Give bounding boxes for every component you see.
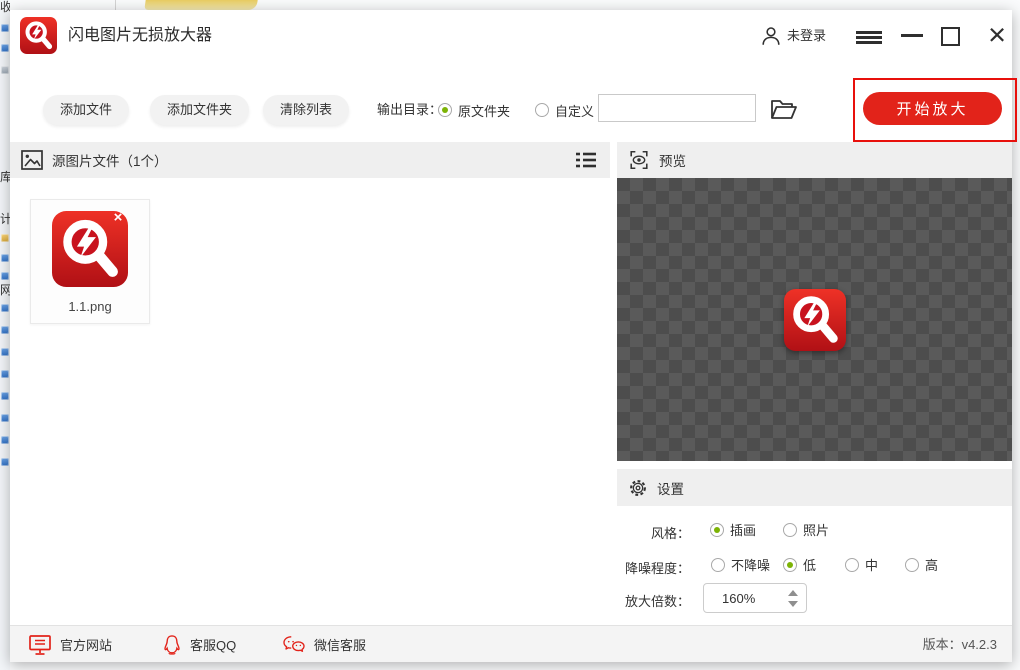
spinner-down-icon[interactable] xyxy=(788,601,798,607)
denoise-option-label: 低 xyxy=(803,555,816,574)
qq-support-link[interactable]: 客服QQ xyxy=(162,626,236,663)
explorer-mini-icon xyxy=(1,436,9,444)
radio-style-photo[interactable]: 照片 xyxy=(783,520,829,539)
style-option-label: 照片 xyxy=(803,520,829,539)
radio-custom-label: 自定义 xyxy=(555,101,594,120)
radio-circle[interactable] xyxy=(783,558,797,572)
spinner-up-icon[interactable] xyxy=(788,590,798,596)
radio-denoise-high[interactable]: 高 xyxy=(905,555,938,574)
radio-circle[interactable] xyxy=(783,523,797,537)
settings-panel-title: 设置 xyxy=(657,478,684,498)
explorer-label: 库 xyxy=(0,168,10,185)
version-label: 版本：v4.2.3 xyxy=(923,626,997,663)
start-enlarge-button[interactable]: 开始放大 xyxy=(863,92,1002,125)
explorer-label: 计 xyxy=(0,210,10,227)
gear-icon xyxy=(628,478,648,498)
monitor-icon xyxy=(28,634,52,656)
wechat-support-link[interactable]: 微信客服 xyxy=(282,626,366,663)
list-view-icon[interactable] xyxy=(575,151,597,169)
scale-spinner[interactable]: 160% xyxy=(703,583,807,613)
radio-circle[interactable] xyxy=(711,558,725,572)
preview-image xyxy=(784,289,846,351)
radio-style-illustration[interactable]: 插画 xyxy=(710,520,756,539)
qq-support-label: 客服QQ xyxy=(190,635,236,654)
browse-folder-icon[interactable] xyxy=(770,98,797,121)
denoise-option-label: 不降噪 xyxy=(731,555,770,574)
app-logo-icon xyxy=(20,17,57,54)
explorer-mini-icon xyxy=(1,66,9,74)
radio-original-label: 原文件夹 xyxy=(458,101,510,120)
style-label: 风格： xyxy=(610,523,690,542)
qq-icon xyxy=(162,634,182,656)
titlebar: 闪电图片无损放大器 未登录 × xyxy=(10,10,1012,62)
add-folder-button[interactable]: 添加文件夹 xyxy=(150,95,249,125)
app-title: 闪电图片无损放大器 xyxy=(68,10,212,62)
preview-canvas xyxy=(617,178,1012,461)
explorer-mini-icon xyxy=(1,414,9,422)
explorer-label: 网 xyxy=(0,281,10,298)
clear-list-button[interactable]: 清除列表 xyxy=(263,95,349,125)
menu-icon[interactable] xyxy=(856,31,882,44)
source-panel-title: 源图片文件（1个） xyxy=(52,150,168,170)
source-panel-header: 源图片文件（1个） xyxy=(10,142,610,178)
radio-circle[interactable] xyxy=(710,523,724,537)
radio-circle[interactable] xyxy=(535,103,549,117)
wechat-support-label: 微信客服 xyxy=(314,635,366,654)
image-icon xyxy=(21,150,43,170)
denoise-option-label: 高 xyxy=(925,555,938,574)
spinner-arrows[interactable] xyxy=(788,590,798,607)
explorer-mini-icon xyxy=(1,392,9,400)
minimize-button[interactable] xyxy=(901,34,923,37)
explorer-mini-icon xyxy=(1,304,9,312)
explorer-mini-icon xyxy=(1,234,9,242)
background-explorer-strip: 收 库 计 网 xyxy=(0,0,10,670)
preview-panel-header: 预览 xyxy=(617,142,1012,178)
preview-eye-icon xyxy=(628,149,650,171)
add-file-button[interactable]: 添加文件 xyxy=(43,95,129,125)
denoise-option-label: 中 xyxy=(865,555,878,574)
custom-path-input[interactable] xyxy=(598,94,756,122)
radio-denoise-none[interactable]: 不降噪 xyxy=(711,555,770,574)
radio-custom-dir[interactable]: 自定义 xyxy=(535,95,594,125)
official-website-link[interactable]: 官方网站 xyxy=(28,626,112,663)
explorer-mini-icon xyxy=(1,254,9,262)
wechat-icon xyxy=(282,635,306,655)
scale-value[interactable]: 160% xyxy=(722,591,755,606)
radio-circle[interactable] xyxy=(438,103,452,117)
explorer-mini-icon xyxy=(1,348,9,356)
explorer-mini-icon xyxy=(1,24,9,32)
maximize-button[interactable] xyxy=(941,27,960,46)
explorer-mini-icon xyxy=(1,272,9,280)
explorer-label: 收 xyxy=(0,0,10,15)
user-icon[interactable] xyxy=(760,25,782,47)
settings-panel-header: 设置 xyxy=(617,469,1012,506)
explorer-mini-icon xyxy=(1,370,9,378)
radio-original-folder[interactable]: 原文件夹 xyxy=(438,95,510,125)
explorer-mini-icon xyxy=(1,326,9,334)
app-window: 闪电图片无损放大器 未登录 × 添加文件 添加文件夹 清除列表 输出目录： 原文… xyxy=(10,10,1012,662)
style-option-label: 插画 xyxy=(730,520,756,539)
scale-label: 放大倍数： xyxy=(610,591,690,610)
explorer-mini-icon xyxy=(1,458,9,466)
preview-panel-title: 预览 xyxy=(659,150,686,170)
official-website-label: 官方网站 xyxy=(60,635,112,654)
remove-file-icon[interactable]: × xyxy=(110,210,126,226)
radio-circle[interactable] xyxy=(845,558,859,572)
close-button[interactable]: × xyxy=(980,10,1014,60)
login-status[interactable]: 未登录 xyxy=(787,10,826,62)
file-thumbnail[interactable]: × 1.1.png xyxy=(30,199,150,324)
radio-denoise-medium[interactable]: 中 xyxy=(845,555,878,574)
background-divider xyxy=(115,0,116,10)
background-folder xyxy=(144,0,257,10)
radio-denoise-low[interactable]: 低 xyxy=(783,555,816,574)
footer-bar: 官方网站 客服QQ 微信客服 版本：v4.2.3 xyxy=(10,625,1012,662)
file-name: 1.1.png xyxy=(31,299,149,314)
radio-circle[interactable] xyxy=(905,558,919,572)
output-dir-label: 输出目录： xyxy=(377,95,442,125)
denoise-label: 降噪程度： xyxy=(610,558,690,577)
explorer-mini-icon xyxy=(1,44,9,52)
